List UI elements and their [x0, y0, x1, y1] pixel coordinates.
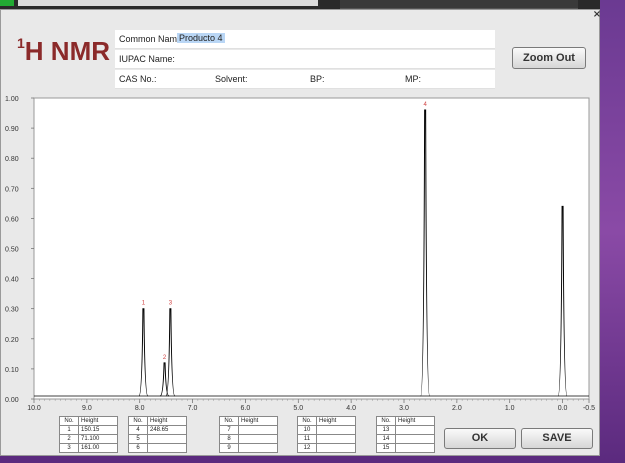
logo-superscript: 1	[17, 35, 25, 52]
plot-area	[33, 97, 590, 400]
properties-row: CAS No.: Solvent: BP: MP:	[115, 70, 495, 89]
table-row: 3 161.00	[59, 443, 118, 453]
peak-table-header: Height	[147, 416, 187, 426]
peak-table-header: Height	[395, 416, 435, 426]
peak-table: No. Height 4 248.65 5 6	[128, 416, 187, 453]
peak-height-cell	[395, 443, 435, 453]
y-tick-label: 0.50	[5, 247, 19, 254]
compound-info-panel: Common Name: Producto 4 IUPAC Name: CAS …	[115, 30, 495, 89]
table-row: 8	[219, 434, 278, 444]
table-row: 2 71.100	[59, 434, 118, 444]
common-name-row: Common Name: Producto 4	[115, 30, 495, 49]
status-indicator	[0, 0, 14, 6]
bp-label: BP:	[310, 74, 325, 84]
peak-height-cell	[147, 443, 187, 453]
peak-table-header: No.	[128, 416, 148, 426]
y-tick-label: 0.40	[5, 277, 19, 284]
y-tick-label: 0.10	[5, 367, 19, 374]
peak-height-cell	[316, 434, 356, 444]
peak-number-cell: 5	[128, 434, 148, 444]
y-tick-label: 0.80	[5, 156, 19, 163]
ok-button[interactable]: OK	[444, 428, 516, 449]
peak-table: No. Height 7 8 9	[219, 416, 278, 453]
table-row: 12	[297, 443, 356, 453]
close-icon[interactable]: ×	[592, 10, 602, 20]
peak-number-cell: 12	[297, 443, 317, 453]
table-row: 1 150.15	[59, 425, 118, 435]
peak-height-cell	[395, 434, 435, 444]
nmr-logo: 1H NMR	[17, 35, 111, 67]
nmr-window: × 1H NMR Common Name: Producto 4 IUPAC N…	[0, 9, 602, 456]
peak-height-cell	[147, 434, 187, 444]
y-tick-label: 0.60	[5, 216, 19, 223]
peak-number-cell: 11	[297, 434, 317, 444]
background-window-titlebar	[18, 0, 318, 6]
peak-table-header: No.	[219, 416, 239, 426]
logo-text: H NMR	[24, 36, 111, 66]
y-tick-label: 0.90	[5, 126, 19, 133]
table-row: 10	[297, 425, 356, 435]
mp-label: MP:	[405, 74, 422, 84]
table-row: 6	[128, 443, 187, 453]
peak-height-cell	[316, 443, 356, 453]
peak-height-cell: 150.15	[78, 425, 118, 435]
peak-number-cell: 6	[128, 443, 148, 453]
save-button[interactable]: SAVE	[521, 428, 593, 449]
background-window-tab	[340, 0, 578, 9]
peak-number-cell: 13	[376, 425, 396, 435]
table-row: 14	[376, 434, 435, 444]
y-tick-label: 0.30	[5, 307, 19, 314]
common-name-field[interactable]: Producto 4	[177, 33, 225, 43]
peak-number-cell: 15	[376, 443, 396, 453]
table-row: 4 248.65	[128, 425, 187, 435]
y-tick-label: 0.00	[5, 397, 19, 404]
peak-table-header: No.	[376, 416, 396, 426]
peak-number-cell: 10	[297, 425, 317, 435]
peak-table: No. Height 10 11 12	[297, 416, 356, 453]
peak-table: No. Height 13 14 15	[376, 416, 435, 453]
peak-height-cell	[238, 443, 278, 453]
peak-height-cell	[395, 425, 435, 435]
nmr-spectrum-chart[interactable]: 0.00 0.10 0.20 0.30 0.40 0.50 0.60 0.70 0.80 0.90…	[1, 94, 599, 414]
peak-table-header: No.	[297, 416, 317, 426]
peak-number-cell: 1	[59, 425, 79, 435]
peak-table-header: Height	[316, 416, 356, 426]
peak-number-cell: 7	[219, 425, 239, 435]
table-row: 15	[376, 443, 435, 453]
peak-table: No. Height 1 150.15 2 71.100 3 161.00	[59, 416, 118, 453]
y-tick-label: 0.20	[5, 337, 19, 344]
table-row: 5	[128, 434, 187, 444]
iupac-name-row: IUPAC Name:	[115, 50, 495, 69]
peak-height-cell	[238, 425, 278, 435]
zoom-out-button[interactable]: Zoom Out	[512, 47, 586, 69]
peak-number-cell: 3	[59, 443, 79, 453]
table-row: 13	[376, 425, 435, 435]
peak-table-header: No.	[59, 416, 79, 426]
peak-height-cell: 248.65	[147, 425, 187, 435]
table-row: 11	[297, 434, 356, 444]
peak-height-cell: 71.100	[78, 434, 118, 444]
common-name-label: Common Name:	[119, 34, 185, 44]
y-tick-label: 1.00	[5, 96, 19, 103]
table-row: 7	[219, 425, 278, 435]
desktop-background	[600, 0, 625, 463]
table-row: 9	[219, 443, 278, 453]
solvent-label: Solvent:	[215, 74, 248, 84]
peak-number-cell: 4	[128, 425, 148, 435]
peak-height-cell	[238, 434, 278, 444]
peak-number-cell: 2	[59, 434, 79, 444]
peak-table-header: Height	[78, 416, 118, 426]
peak-table-header: Height	[238, 416, 278, 426]
peak-number-cell: 8	[219, 434, 239, 444]
peak-height-cell	[316, 425, 356, 435]
peak-number-cell: 9	[219, 443, 239, 453]
peak-height-cell: 161.00	[78, 443, 118, 453]
y-tick-label: 0.70	[5, 186, 19, 193]
peak-number-cell: 14	[376, 434, 396, 444]
cas-label: CAS No.:	[119, 74, 157, 84]
iupac-name-label: IUPAC Name:	[119, 54, 175, 64]
